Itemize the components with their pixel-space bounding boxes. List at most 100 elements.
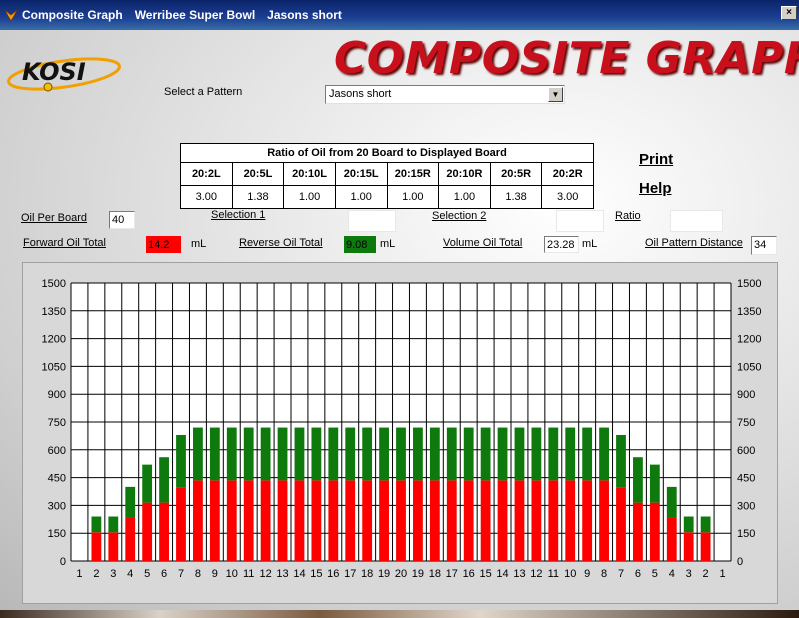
- x-tick-label: 1: [719, 568, 725, 580]
- reverse-oil-unit: mL: [380, 238, 396, 250]
- ratio-value-cell: 1.00: [336, 186, 388, 209]
- y-tick-label-left: 1050: [42, 361, 66, 373]
- selection1-label[interactable]: Selection 1: [211, 209, 265, 221]
- x-tick-label: 14: [496, 568, 508, 580]
- chart-frame: 0 0 150 150 300 300 450 450 600 600 750 750 900 900 10…: [22, 262, 778, 604]
- y-tick-label-left: 600: [48, 445, 66, 457]
- bar-forward: [176, 487, 186, 561]
- x-tick-label: 5: [652, 568, 658, 580]
- bar-reverse: [582, 427, 593, 481]
- close-button[interactable]: ×: [781, 6, 797, 20]
- y-tick-label-left: 0: [60, 556, 66, 568]
- bar-reverse: [413, 427, 423, 481]
- bar-reverse: [176, 434, 186, 488]
- x-tick-label: 18: [361, 568, 373, 580]
- bar-reverse: [463, 427, 474, 481]
- y-tick-label-left: 900: [48, 389, 66, 401]
- x-tick-label: 2: [93, 568, 99, 580]
- bar-reverse: [193, 427, 203, 481]
- bar-forward: [599, 480, 609, 561]
- bar-forward: [413, 480, 423, 561]
- volume-oil-value: 23.28: [544, 236, 579, 253]
- x-tick-label: 19: [412, 568, 424, 580]
- y-tick-label-left: 1200: [42, 334, 66, 346]
- bar-reverse: [243, 427, 254, 481]
- bar-forward: [125, 517, 136, 561]
- x-tick-label: 12: [259, 568, 271, 580]
- chevron-down-icon[interactable]: ▼: [548, 87, 563, 102]
- bar-forward: [649, 502, 660, 561]
- x-tick-label: 14: [293, 568, 305, 580]
- title-app: Composite Graph: [22, 8, 123, 22]
- ratio-header-cell: 20:15L: [336, 163, 388, 185]
- bar-forward: [328, 480, 339, 561]
- x-tick-label: 8: [601, 568, 607, 580]
- help-link[interactable]: Help: [639, 180, 672, 197]
- bar-forward: [142, 502, 153, 561]
- reverse-oil-value: 9.08: [344, 236, 376, 253]
- ratio-table-title: Ratio of Oil from 20 Board to Displayed …: [181, 144, 593, 163]
- x-tick-label: 13: [276, 568, 288, 580]
- pattern-select[interactable]: Jasons short ▼: [325, 85, 565, 104]
- ratio-value-cell: 1.00: [284, 186, 336, 209]
- logo-text: KOSI: [22, 58, 86, 86]
- bar-forward: [243, 480, 254, 561]
- bar-forward: [480, 480, 491, 561]
- x-tick-label: 9: [212, 568, 218, 580]
- bar-reverse: [565, 427, 576, 481]
- ratio-header-cell: 20:10L: [284, 163, 336, 185]
- oil-pattern-distance-input[interactable]: 34: [751, 236, 777, 255]
- bar-reverse: [311, 427, 322, 481]
- x-tick-label: 6: [161, 568, 167, 580]
- bar-reverse: [531, 427, 542, 481]
- x-tick-label: 10: [564, 568, 576, 580]
- y-tick-label-right: 600: [737, 445, 755, 457]
- x-tick-label: 17: [446, 568, 458, 580]
- bar-forward: [277, 480, 288, 561]
- bar-reverse: [548, 427, 559, 481]
- bar-reverse: [226, 427, 237, 481]
- x-tick-label: 3: [686, 568, 692, 580]
- print-link[interactable]: Print: [639, 151, 673, 168]
- bar-reverse: [362, 427, 373, 481]
- oil-graph-chart: 0 0 150 150 300 300 450 450 600 600 750 750 900 900 10…: [42, 278, 762, 580]
- bar-reverse: [683, 516, 694, 533]
- bar-reverse: [108, 516, 119, 533]
- title-center: Werribee Super Bowl: [134, 8, 256, 22]
- y-tick-label-right: 1050: [737, 361, 761, 373]
- bar-forward: [616, 487, 626, 561]
- title-bar: Composite Graph Werribee Super Bowl Jaso…: [0, 0, 799, 30]
- y-tick-label-left: 1500: [42, 278, 66, 290]
- bar-reverse: [345, 427, 356, 481]
- selection2-label[interactable]: Selection 2: [432, 210, 486, 222]
- x-tick-label: 15: [479, 568, 491, 580]
- bar-forward: [565, 480, 576, 561]
- x-tick-label: 19: [378, 568, 390, 580]
- bar-reverse: [514, 427, 525, 481]
- oil-per-board-input[interactable]: 40: [109, 211, 135, 229]
- bar-forward: [429, 480, 440, 561]
- bar-reverse: [616, 434, 626, 488]
- ratio-value-cell: 1.38: [233, 186, 285, 209]
- bar-reverse: [142, 464, 153, 503]
- x-tick-label: 7: [618, 568, 624, 580]
- bar-reverse: [209, 427, 220, 481]
- bar-forward: [209, 480, 220, 561]
- ratio-header-cell: 20:10R: [439, 163, 491, 185]
- ratio-table-header-row: 20:2L 20:5L 20:10L 20:15L 20:15R 20:10R …: [181, 163, 593, 186]
- x-tick-label: 13: [513, 568, 525, 580]
- bar-reverse: [277, 427, 288, 481]
- bar-forward: [548, 480, 559, 561]
- bar-reverse: [396, 427, 406, 481]
- pattern-label: Select a Pattern: [164, 86, 243, 98]
- selection1-field[interactable]: [348, 210, 396, 232]
- ratio-header-cell: 20:2R: [552, 168, 583, 180]
- bar-forward: [91, 532, 102, 561]
- y-tick-label-right: 450: [737, 473, 755, 485]
- bar-forward: [633, 502, 643, 561]
- bar-forward: [531, 480, 542, 561]
- bar-reverse: [649, 464, 660, 503]
- selection2-field[interactable]: [556, 210, 604, 232]
- banner-title: COMPOSITE GRAPH: [334, 33, 799, 84]
- bar-forward: [362, 480, 373, 561]
